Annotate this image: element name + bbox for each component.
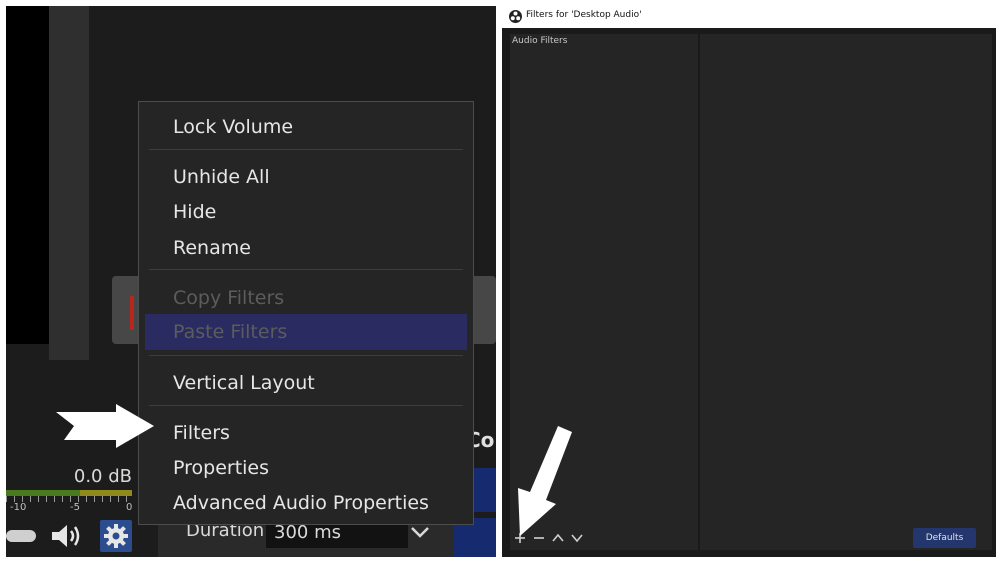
- menu-item-hide[interactable]: Hide: [139, 196, 473, 228]
- filter-properties-pane: [700, 34, 992, 550]
- window-title: Filters for 'Desktop Audio': [526, 10, 642, 20]
- menu-separator: [149, 405, 463, 406]
- defaults-button[interactable]: Defaults: [913, 528, 976, 548]
- arrow-pointer-icon: [56, 404, 154, 448]
- record-indicator: [130, 296, 134, 330]
- volume-slider[interactable]: [6, 530, 36, 542]
- menu-item-properties[interactable]: Properties: [139, 452, 473, 484]
- menu-separator: [149, 355, 463, 356]
- menu-item-rename[interactable]: Rename: [139, 232, 473, 264]
- gear-icon: [104, 524, 128, 548]
- obs-logo-icon: [509, 10, 522, 23]
- menu-item-unhide-all[interactable]: Unhide All: [139, 161, 473, 193]
- speaker-icon[interactable]: [50, 522, 84, 550]
- menu-item-lock-volume[interactable]: Lock Volume: [139, 111, 473, 143]
- filters-window: Filters for 'Desktop Audio' Audio Filter…: [502, 6, 996, 557]
- tick-label: 0: [126, 502, 133, 513]
- mixer-settings-button[interactable]: [100, 520, 132, 552]
- menu-separator: [149, 149, 463, 150]
- volume-db-readout: 0.0 dB: [73, 466, 132, 487]
- arrow-pointer-icon: [518, 426, 572, 536]
- menu-item-filters[interactable]: Filters: [139, 417, 473, 449]
- tick-label: -10: [10, 502, 27, 513]
- menu-item-copy-filters[interactable]: Copy Filters: [139, 282, 473, 314]
- context-menu: Lock Volume Unhide All Hide Rename Copy …: [138, 101, 474, 525]
- preview-area: [6, 6, 49, 344]
- preview-border: [49, 6, 89, 360]
- tick-label: -5: [70, 502, 80, 513]
- obs-main-window: 0.0 dB -10 -5 0 Duration 300 ms o Lock V…: [6, 6, 496, 557]
- menu-item-vertical-layout[interactable]: Vertical Layout: [139, 367, 473, 399]
- menu-item-paste-filters[interactable]: Paste Filters: [145, 314, 467, 350]
- audio-filters-label: Audio Filters: [512, 36, 568, 46]
- menu-item-advanced-audio-properties[interactable]: Advanced Audio Properties: [139, 487, 473, 519]
- menu-separator: [149, 269, 463, 270]
- window-titlebar: Filters for 'Desktop Audio': [502, 6, 996, 28]
